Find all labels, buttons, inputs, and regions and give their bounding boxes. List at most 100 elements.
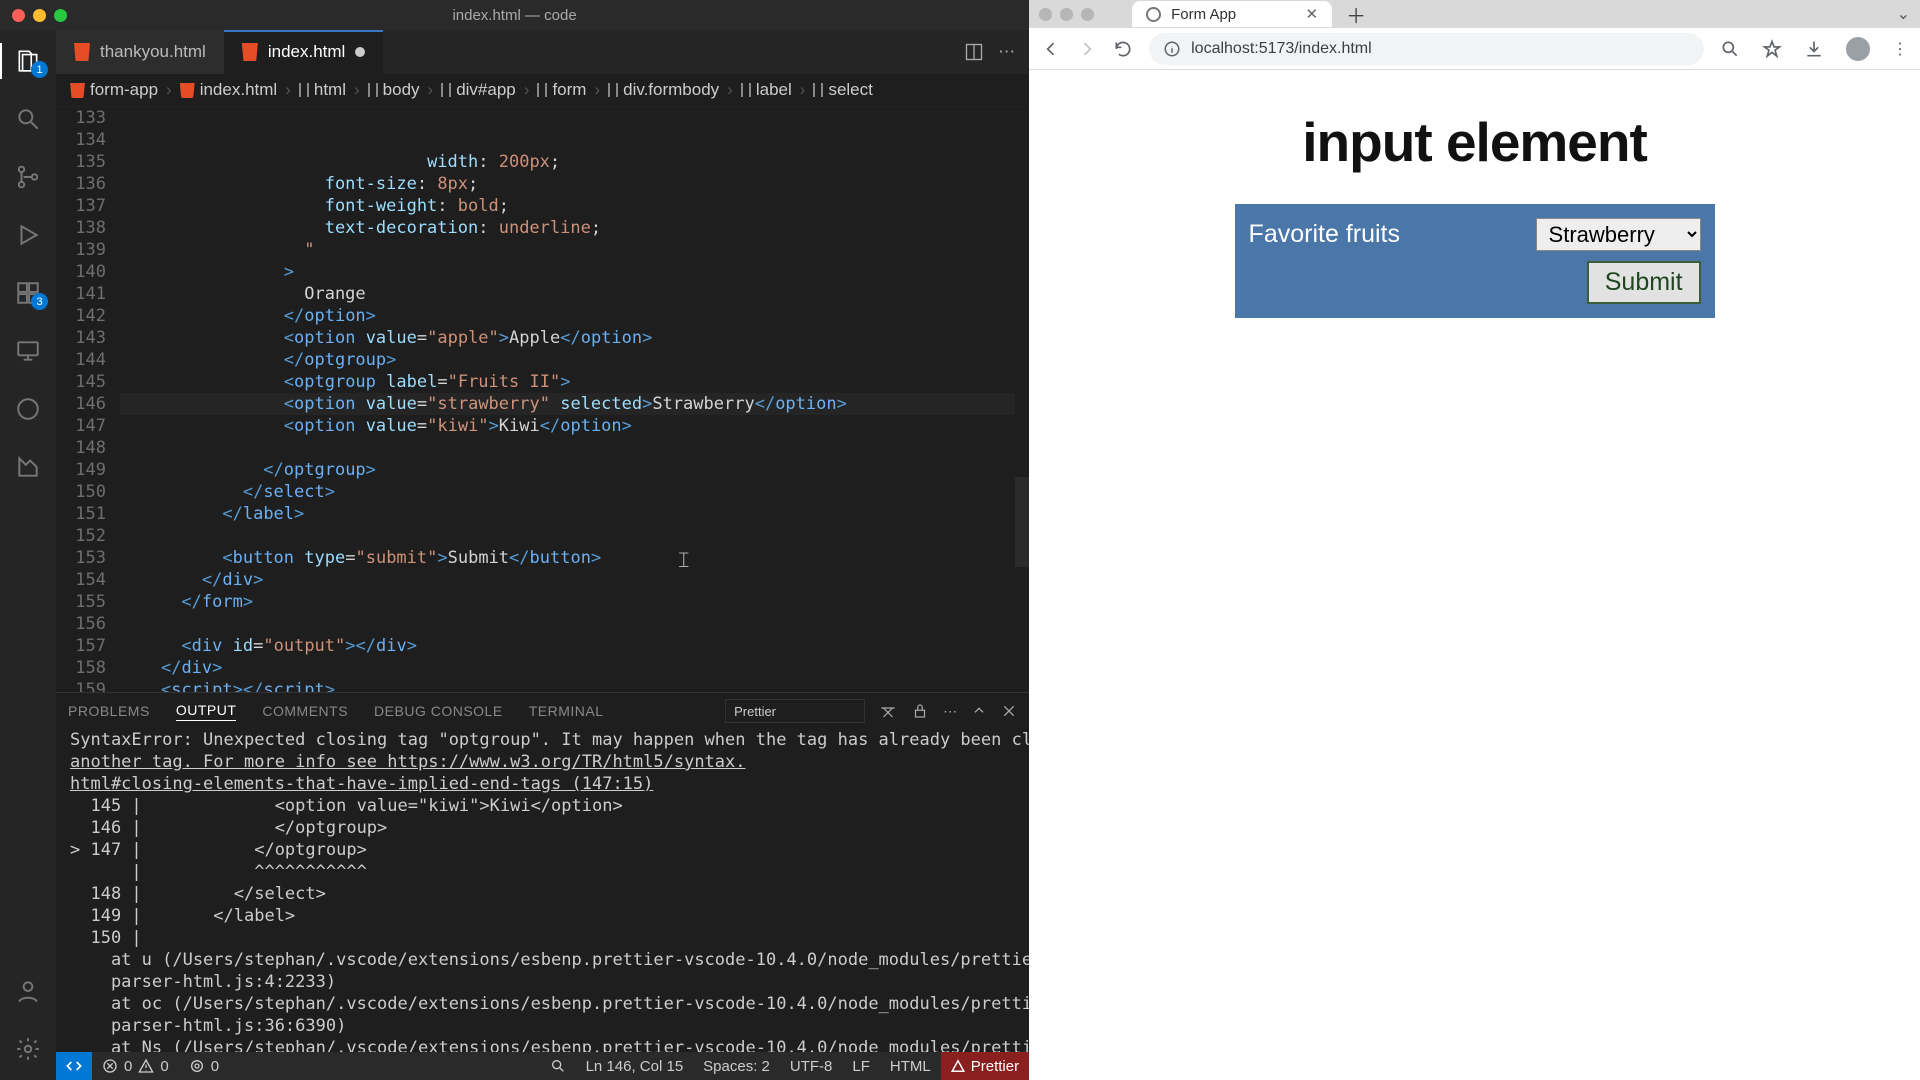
panel-tab-debug-console[interactable]: DEBUG CONSOLE	[374, 703, 503, 719]
search-icon[interactable]	[0, 98, 56, 140]
page-heading: input element	[1109, 110, 1840, 174]
status-encoding[interactable]: UTF-8	[780, 1052, 843, 1080]
forward-icon[interactable]	[1077, 39, 1097, 59]
explorer-icon[interactable]: 1	[0, 40, 56, 82]
submit-button[interactable]: Submit	[1587, 261, 1701, 304]
brackets-icon	[441, 83, 451, 97]
panel-tab-terminal[interactable]: TERMINAL	[529, 703, 604, 719]
extensions-icon[interactable]: 3	[0, 272, 56, 314]
back-icon[interactable]	[1041, 39, 1061, 59]
extra-icon-2[interactable]	[0, 446, 56, 488]
tab-close-icon[interactable]: ✕	[1306, 5, 1319, 23]
source-control-icon[interactable]	[0, 156, 56, 198]
remote-explorer-icon[interactable]	[0, 330, 56, 372]
browser-tab[interactable]: Form App ✕	[1132, 1, 1332, 27]
browser-toolbar: localhost:5173/index.html ⋮	[1029, 28, 1920, 70]
titlebar: index.html — code	[0, 0, 1029, 30]
html5-icon	[74, 43, 90, 61]
breadcrumb-item[interactable]: label	[741, 80, 792, 100]
brackets-icon	[368, 83, 378, 97]
breadcrumb-item[interactable]: div.formbody	[608, 80, 719, 100]
tab-label: index.html	[268, 42, 345, 62]
more-icon[interactable]: ⋯	[998, 42, 1015, 62]
breadcrumb-item[interactable]: div#app	[441, 80, 516, 100]
status-bar: 0 0 0 Ln 146, Col 15 Spaces: 2 UTF-8	[56, 1052, 1029, 1080]
code-area[interactable]: width: 200px; font-size: 8px; font-weigh…	[120, 107, 1029, 692]
form-card: Favorite fruits Strawberry Submit	[1235, 204, 1715, 318]
status-errors[interactable]: 0 0	[92, 1052, 179, 1080]
panel-tab-comments[interactable]: COMMENTS	[262, 703, 348, 719]
code-editor[interactable]: 133 134 135 136 137 138 139 140 141 142 …	[56, 107, 1029, 692]
breadcrumb-item[interactable]: body	[368, 80, 420, 100]
chevron-down-icon[interactable]: ⌄	[1897, 4, 1910, 24]
favicon-icon	[1146, 7, 1161, 22]
brackets-icon	[741, 83, 751, 97]
status-eol[interactable]: LF	[842, 1052, 880, 1080]
minimap-slider[interactable]	[1015, 477, 1029, 567]
breadcrumb-item[interactable]: select	[813, 80, 872, 100]
panel-tab-problems[interactable]: PROBLEMS	[68, 703, 150, 719]
reload-icon[interactable]	[1113, 39, 1133, 59]
status-ports[interactable]: 0	[179, 1052, 229, 1080]
profile-avatar[interactable]	[1846, 37, 1870, 61]
account-icon[interactable]	[0, 970, 56, 1012]
breadcrumb-item[interactable]: html	[299, 80, 346, 100]
bookmark-icon[interactable]	[1762, 39, 1782, 59]
download-icon[interactable]	[1804, 39, 1824, 59]
tab-label: thankyou.html	[100, 42, 206, 62]
editor-tabs: thankyou.html index.html ⋯	[56, 30, 1029, 74]
gear-icon[interactable]	[0, 1028, 56, 1070]
breadcrumbs[interactable]: form-app›index.html›html›body›div#app›fo…	[56, 74, 1029, 107]
close-window[interactable]	[1039, 8, 1052, 21]
remote-indicator[interactable]	[56, 1052, 92, 1080]
fruits-select[interactable]: Strawberry	[1536, 218, 1701, 251]
run-debug-icon[interactable]	[0, 214, 56, 256]
panel-more-icon[interactable]: ⋯	[943, 703, 957, 720]
site-info-icon[interactable]	[1163, 40, 1181, 58]
browser-tab-title: Form App	[1171, 6, 1236, 23]
minimap[interactable]	[1015, 107, 1029, 692]
modified-dot-icon	[355, 47, 365, 57]
panel-output[interactable]: SyntaxError: Unexpected closing tag "opt…	[56, 729, 1029, 1052]
html5-icon	[180, 83, 195, 98]
status-cursor[interactable]: Ln 146, Col 15	[576, 1052, 694, 1080]
vscode-window: index.html — code 1	[0, 0, 1029, 1080]
brackets-icon	[608, 83, 618, 97]
form-label: Favorite fruits	[1249, 220, 1400, 249]
bottom-panel: PROBLEMS OUTPUT COMMENTS DEBUG CONSOLE TERMI…	[56, 692, 1029, 1052]
panel-close-icon[interactable]	[1001, 703, 1017, 719]
breadcrumb-item[interactable]: form	[537, 80, 586, 100]
extensions-badge: 3	[31, 293, 48, 310]
page-content: input element Favorite fruits Strawberry…	[1029, 70, 1920, 1080]
status-find-icon[interactable]	[540, 1052, 576, 1080]
address-bar[interactable]: localhost:5173/index.html	[1149, 33, 1704, 65]
panel-tab-output[interactable]: OUTPUT	[176, 702, 237, 721]
breadcrumb-item[interactable]: index.html	[180, 80, 277, 100]
panel-tabs: PROBLEMS OUTPUT COMMENTS DEBUG CONSOLE TERMI…	[56, 693, 1029, 729]
chrome-window: Form App ✕ ＋ ⌄ localhost:5173/index.html	[1029, 0, 1920, 1080]
url-text: localhost:5173/index.html	[1191, 40, 1372, 58]
tab-thankyou[interactable]: thankyou.html	[56, 30, 224, 74]
status-spaces[interactable]: Spaces: 2	[693, 1052, 780, 1080]
status-prettier[interactable]: Prettier	[941, 1052, 1029, 1080]
extra-icon-1[interactable]	[0, 388, 56, 430]
brackets-icon	[537, 83, 547, 97]
clear-output-icon[interactable]	[879, 702, 897, 720]
new-tab-icon[interactable]: ＋	[1338, 0, 1374, 29]
panel-maximize-icon[interactable]	[971, 703, 987, 719]
split-editor-icon[interactable]	[964, 42, 984, 62]
html5-icon	[242, 43, 258, 61]
brackets-icon	[813, 83, 823, 97]
maximize-window[interactable]	[1081, 8, 1094, 21]
menu-icon[interactable]: ⋮	[1892, 39, 1908, 59]
status-language[interactable]: HTML	[880, 1052, 941, 1080]
brackets-icon	[299, 83, 309, 97]
minimize-window[interactable]	[1060, 8, 1073, 21]
activity-bar: 1 3	[0, 30, 56, 1080]
breadcrumb-item[interactable]: form-app	[70, 80, 158, 100]
text-cursor-icon: 𝙸	[676, 547, 692, 573]
lock-scroll-icon[interactable]	[911, 702, 929, 720]
output-source-select[interactable]: Prettier	[725, 699, 865, 723]
zoom-icon[interactable]	[1720, 39, 1740, 59]
tab-index[interactable]: index.html	[224, 30, 383, 74]
